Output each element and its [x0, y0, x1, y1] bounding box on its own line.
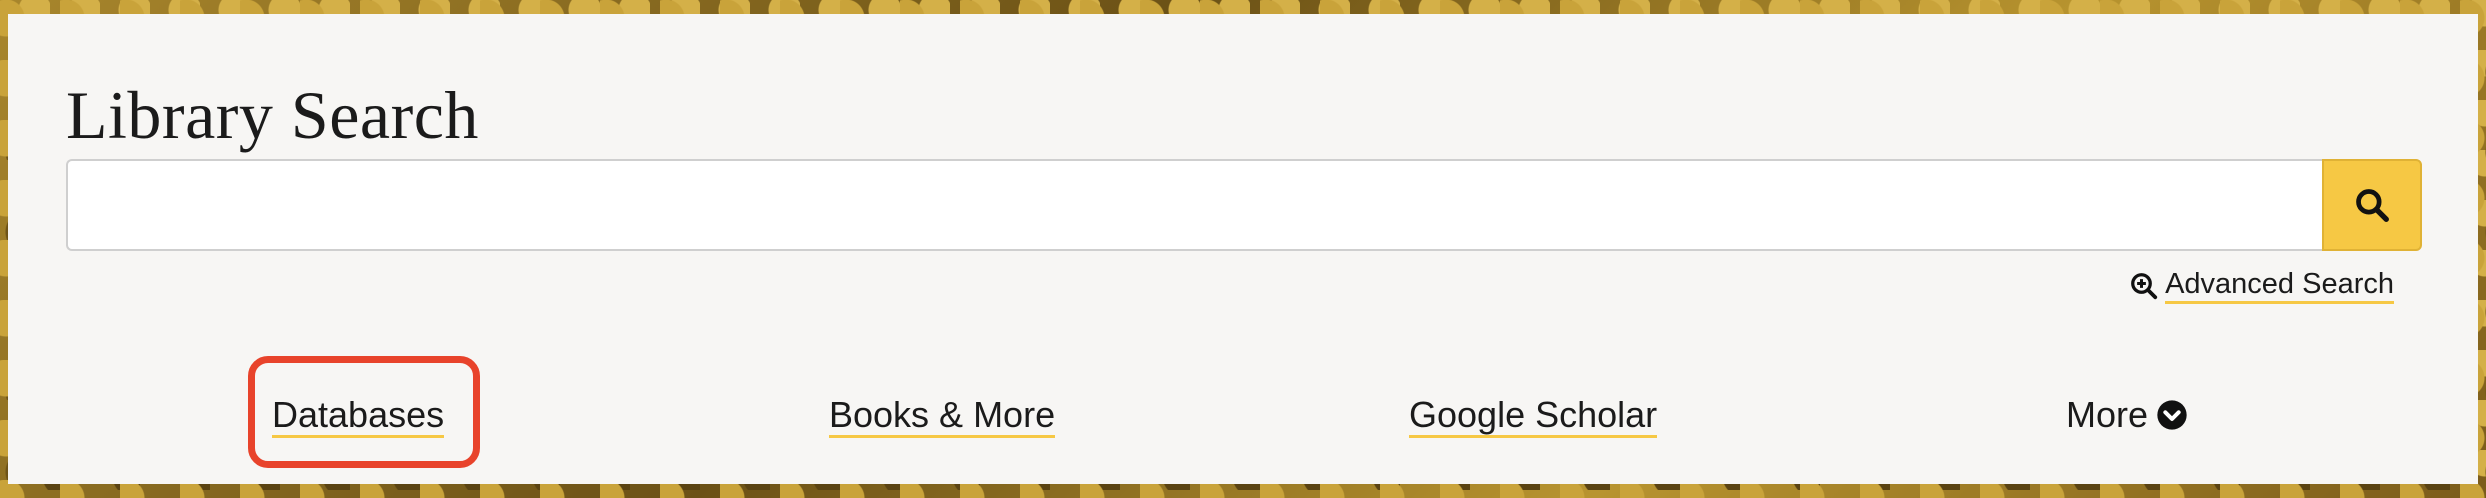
nav-link-google-scholar[interactable]: Google Scholar — [1409, 394, 1658, 438]
search-bar — [66, 159, 2422, 251]
nav-link-books-more[interactable]: Books & More — [829, 394, 1056, 438]
nav-link-google-scholar-label: Google Scholar — [1409, 394, 1658, 438]
search-input[interactable] — [66, 159, 2322, 251]
more-dropdown[interactable]: More — [2066, 394, 2188, 435]
chevron-down-circle-icon — [2157, 400, 2187, 430]
search-button[interactable] — [2322, 159, 2422, 251]
more-label: More — [2066, 394, 2149, 435]
nav-link-books-more-label: Books & More — [829, 394, 1056, 438]
zoom-in-icon — [2131, 273, 2158, 300]
advanced-search-link[interactable]: Advanced Search — [2129, 268, 2394, 305]
nav-link-databases-label: Databases — [272, 394, 445, 438]
page-title: Library Search — [66, 77, 479, 153]
advanced-search-label: Advanced Search — [2165, 268, 2394, 305]
nav-link-databases[interactable]: Databases — [272, 394, 445, 438]
search-icon — [2356, 189, 2389, 222]
library-search-panel: Library Search Advanced Search Databases… — [8, 14, 2478, 484]
